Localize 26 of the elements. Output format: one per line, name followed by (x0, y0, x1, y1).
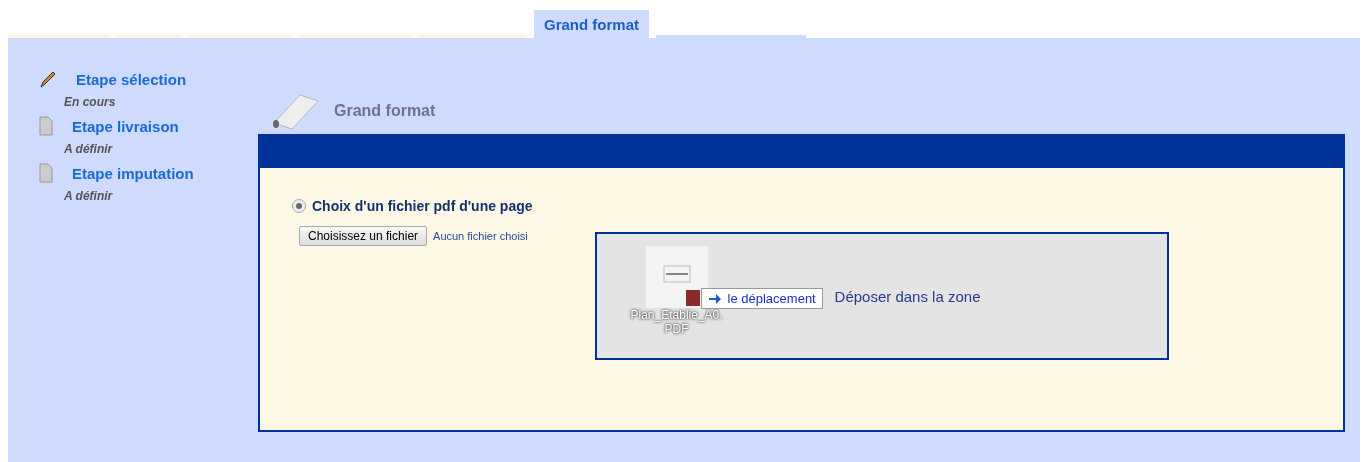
dragged-file-name: Plan_Etablie_A0. PDF (630, 308, 723, 336)
document-icon (38, 163, 54, 183)
choose-file-button[interactable]: Choisissez un fichier (299, 226, 428, 246)
file-status: Aucun fichier choisi (433, 230, 528, 242)
tab[interactable] (8, 35, 110, 38)
tooltip-text: le déplacement (727, 291, 816, 306)
step-status: En cours (64, 95, 117, 109)
tab[interactable] (117, 35, 182, 38)
arrow-right-icon (707, 292, 722, 305)
tab[interactable] (299, 35, 411, 38)
pencil-icon (38, 69, 58, 89)
option-label: Choix d'un fichier pdf d'une page (312, 198, 533, 214)
step-title: Etape livraison (72, 117, 179, 135)
step-status: A définir (64, 142, 114, 156)
panel-title: Grand format (334, 102, 436, 120)
drop-zone[interactable]: Déposer dans la zone Plan_Etablie_A0. PDF le déplacement (594, 232, 1169, 360)
document-icon (38, 116, 54, 136)
radio-button[interactable] (292, 199, 306, 213)
step-title: Etape sélection (76, 70, 187, 88)
step-title: Etape imputation (72, 164, 194, 182)
step-status: A définir (64, 189, 114, 203)
drop-zone-text: Déposer dans la zone (834, 287, 981, 305)
tab[interactable]: Grand format (534, 10, 649, 38)
tab[interactable] (418, 35, 527, 38)
tab[interactable] (189, 35, 292, 38)
file-thumbnail-icon (645, 246, 708, 308)
